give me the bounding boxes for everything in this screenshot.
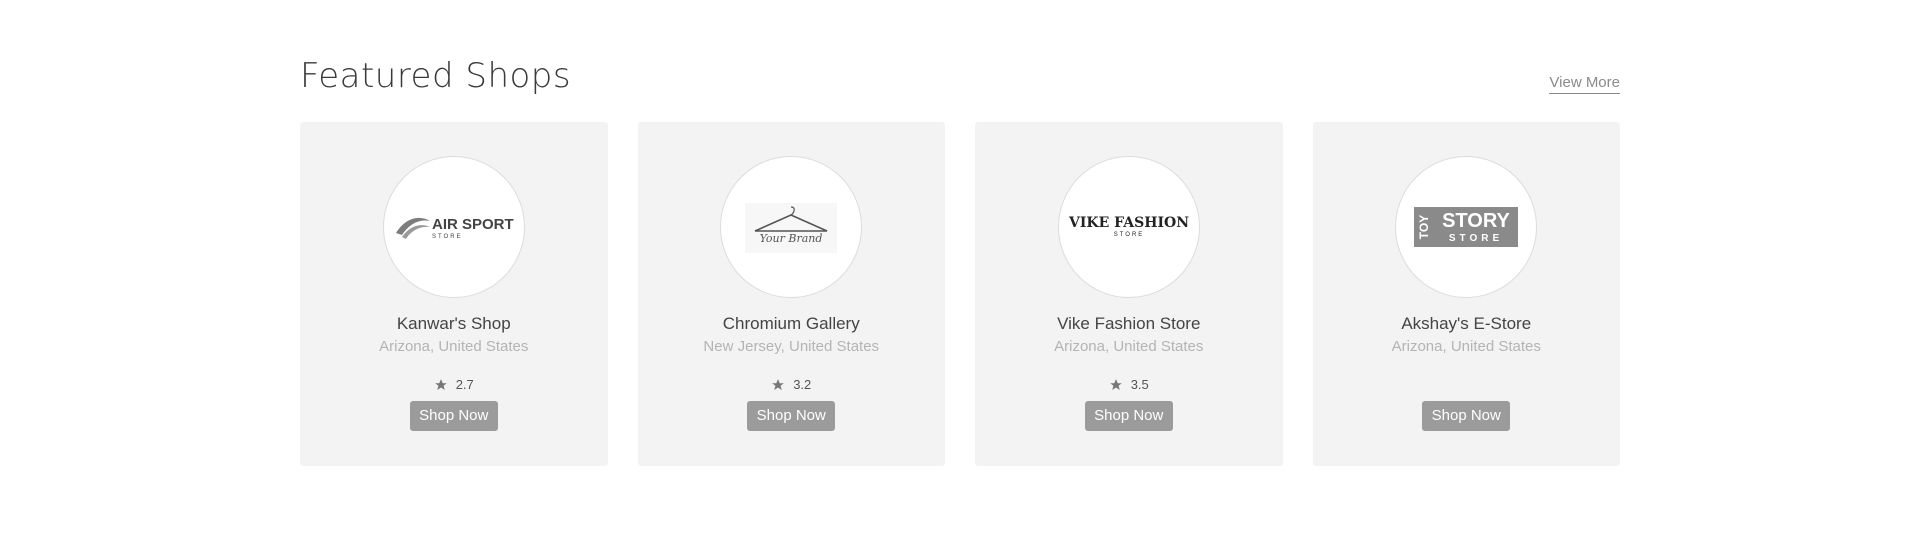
star-icon <box>434 378 447 390</box>
shop-now-button[interactable]: Shop Now <box>1422 401 1511 431</box>
star-icon <box>772 378 785 390</box>
logo-text-side: TOY <box>1417 215 1431 239</box>
shop-name[interactable]: Chromium Gallery <box>638 314 946 334</box>
shop-card: TOY STORY STORE Akshay's E-Store Arizona… <box>1312 122 1621 466</box>
logo-text-line1: AIR SPORT <box>432 216 514 233</box>
shop-now-button[interactable]: Shop Now <box>1084 401 1173 431</box>
shop-card: VIKE FASHION STORE Vike Fashion Store Ar… <box>975 122 1283 466</box>
section-title: Featured Shops <box>300 56 572 96</box>
rating-value: 3.5 <box>1130 377 1149 392</box>
shop-now-button[interactable]: Shop Now <box>409 401 498 431</box>
rating-value: 2.7 <box>455 377 474 392</box>
shop-location: Arizona, United States <box>1054 338 1204 355</box>
featured-shops-section: Featured Shops View More AIR SPORT STORE… <box>300 0 1620 542</box>
shop-rating: 2.7 <box>300 377 608 392</box>
shop-location: New Jersey, United States <box>703 338 880 355</box>
logo-text-line2: STORE <box>1113 232 1144 238</box>
shop-logo-your-brand[interactable]: Your Brand <box>720 156 863 298</box>
shop-name[interactable]: Vike Fashion Store <box>975 314 1283 334</box>
shops-grid: AIR SPORT STORE Kanwar's Shop Arizona, U… <box>300 122 1620 466</box>
logo-text-line2: STORE <box>1449 233 1503 244</box>
shop-name[interactable]: Akshay's E-Store <box>1313 314 1621 334</box>
logo-text-line1: STORY <box>1442 210 1510 232</box>
logo-text-line1: Your Brand <box>760 232 823 245</box>
shop-card: Your Brand Chromium Gallery New Jersey, … <box>637 122 946 466</box>
logo-text-line1: VIKE FASHION <box>1068 215 1189 231</box>
rating-value: 3.2 <box>793 377 812 392</box>
shop-logo-vike-fashion[interactable]: VIKE FASHION STORE <box>1057 156 1200 298</box>
shop-location: Arizona, United States <box>379 338 529 355</box>
shop-now-button[interactable]: Shop Now <box>747 401 836 431</box>
logo-text-line2: STORE <box>432 234 463 240</box>
shop-rating: 3.2 <box>638 377 946 392</box>
shop-name[interactable]: Kanwar's Shop <box>300 314 608 334</box>
star-icon <box>1109 378 1122 390</box>
shop-rating: 3.5 <box>975 377 1283 392</box>
shop-logo-air-sport[interactable]: AIR SPORT STORE <box>382 156 525 298</box>
shop-card: AIR SPORT STORE Kanwar's Shop Arizona, U… <box>300 122 608 466</box>
view-more-link[interactable]: View More <box>1549 74 1620 94</box>
shop-logo-toy-story[interactable]: TOY STORY STORE <box>1395 156 1538 298</box>
shop-location: Arizona, United States <box>1391 338 1541 355</box>
